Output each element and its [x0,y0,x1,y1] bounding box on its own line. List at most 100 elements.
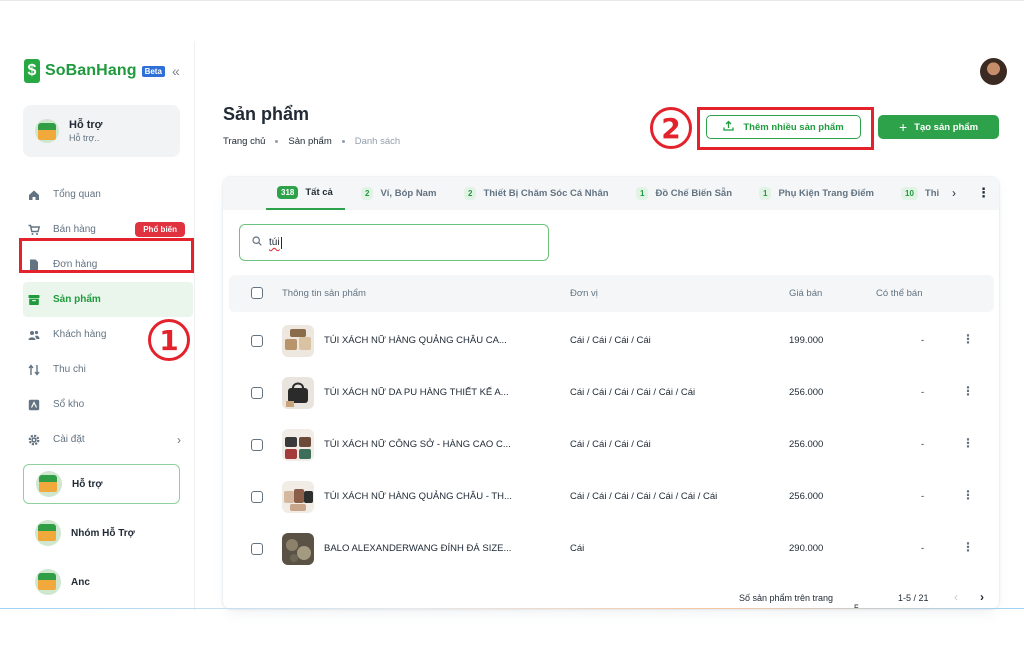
more-vertical-icon[interactable]: ⋮ [977,185,990,201]
nav-item-settings[interactable]: Cài đặt › [23,422,193,457]
row-menu-icon[interactable]: ⋮ [962,540,974,554]
tab-label: Đồ Chế Biến Sẵn [655,188,732,199]
page-range: 1-5 / 21 [898,593,929,603]
product-unit: Cái / Cái / Cái / Cái [570,439,651,450]
tab-count: 318 [277,186,299,199]
main-nav: Tổng quan Bán hàng Phổ biến Đơn hàng Sản… [23,177,193,457]
row-checkbox[interactable] [251,543,263,555]
table-row[interactable]: TÚI XÁCH NỮ CÔNG SỞ - HÀNG CAO C... Cái … [229,419,994,471]
breadcrumb: Trang chủ Sản phẩm Danh sách [223,136,400,147]
dollar-icon: $ [24,59,40,83]
table-header: Thông tin sản phẩm Đơn vị Giá bán Có thể… [229,275,994,312]
product-thumbnail [282,325,314,357]
table-row[interactable]: TÚI XÁCH NỮ DA PU HÀNG THIẾT KẾ A... Cái… [229,367,994,419]
user-avatar[interactable] [980,58,1007,85]
search-icon [252,236,262,249]
beta-badge: Beta [141,65,165,77]
page-title: Sản phẩm [223,104,310,124]
box-icon [28,294,40,306]
store-avatar [35,569,61,595]
tab-label: Ví, Bóp Nam [380,188,437,199]
table-row[interactable]: BALO ALEXANDERWANG ĐÍNH ĐÁ SIZE... Cái 2… [229,523,994,575]
row-menu-icon[interactable]: ⋮ [962,332,974,346]
row-menu-icon[interactable]: ⋮ [962,436,974,450]
team-label: Hỗ trợ [72,478,103,490]
row-checkbox[interactable] [251,439,263,451]
bulk-add-label: Thêm nhiều sản phẩm [743,121,844,133]
product-available: - [921,491,925,502]
annotation-step-1: 1 [148,319,190,361]
home-icon [28,189,40,201]
create-product-button[interactable]: + Tạo sản phẩm [878,115,999,139]
breadcrumb-current: Danh sách [354,136,401,147]
product-name[interactable]: TÚI XÁCH NỮ HÀNG QUẢNG CHÂU - TH... [324,491,512,502]
nav-label: Thu chi [53,364,86,375]
product-available: - [921,387,925,398]
tab-count: 1 [636,187,649,200]
store-avatar [36,471,62,497]
row-checkbox[interactable] [251,335,263,347]
chevron-right-icon[interactable]: › [952,186,956,200]
account-card[interactable]: Hỗ trợ Hỗ trợ.. [23,105,180,157]
tab-count: 2 [361,187,374,200]
breadcrumb-home[interactable]: Trang chủ [223,136,265,147]
bulk-add-products-button[interactable]: Thêm nhiều sản phẩm [706,115,861,139]
users-icon [28,329,40,341]
product-price: 199.000 [789,335,824,346]
team-item[interactable]: Anc [23,562,180,602]
tab-count: 1 [759,187,772,200]
tab-label: Phụ Kiện Trang Điểm [778,188,874,199]
search-value: túi [269,237,280,248]
upload-icon [723,120,734,134]
nav-label: Tổng quan [53,189,101,200]
text-caret [280,236,282,249]
product-name[interactable]: TÚI XÁCH NỮ CÔNG SỞ - HÀNG CAO C... [324,439,511,450]
table-row[interactable]: TÚI XÁCH NỮ HÀNG QUẢNG CHÂU CA... Cái / … [229,315,994,367]
row-checkbox[interactable] [251,491,263,503]
product-unit: Cái [570,543,585,554]
product-name[interactable]: TÚI XÁCH NỮ HÀNG QUẢNG CHÂU CA... [324,335,507,346]
account-name: Hỗ trợ [69,119,103,131]
table-row[interactable]: TÚI XÁCH NỮ HÀNG QUẢNG CHÂU - TH... Cái … [229,471,994,523]
table-pagination: Số sản phẩm trên trang 5 ⌄ 1-5 / 21 ‹ › [223,583,999,609]
tab-makeup-accessories[interactable]: 1 Phụ Kiện Trang Điểm [759,177,874,210]
app-window: $ SoBanHang Beta « Hỗ trợ Hỗ trợ.. Tổng … [0,0,1024,646]
store-avatar [35,520,61,546]
row-menu-icon[interactable]: ⋮ [962,488,974,502]
tab-all[interactable]: 318 Tất cả [266,177,345,210]
nav-label: Bán hàng [53,224,96,235]
row-menu-icon[interactable]: ⋮ [962,384,974,398]
tab-label: Tất cả [305,187,333,198]
chevron-right-icon: › [177,432,181,447]
tab-personal-care[interactable]: 2 Thiết Bị Chăm Sóc Cá Nhân [464,177,609,210]
product-name[interactable]: TÚI XÁCH NỮ DA PU HÀNG THIẾT KẾ A... [324,387,509,398]
cart-icon [28,224,40,236]
brand-logo[interactable]: $ SoBanHang Beta [24,59,165,83]
prev-page-icon[interactable]: ‹ [954,590,958,604]
search-input[interactable]: túi [239,224,549,261]
breadcrumb-separator [275,140,279,143]
team-item[interactable]: Hỗ trợ [23,464,180,504]
select-all-checkbox[interactable] [251,287,263,299]
nav-item-warehouse[interactable]: Sổ kho [23,387,193,422]
nav-label: Khách hàng [53,329,107,340]
nav-item-overview[interactable]: Tổng quan [23,177,193,212]
category-tabs: 318 Tất cả 2 Ví, Bóp Nam 2 Thiết Bị Chăm… [223,177,999,210]
nav-item-products[interactable]: Sản phẩm [23,282,193,317]
gear-icon [28,434,40,446]
brand-name: SoBanHang [45,62,137,79]
product-price: 256.000 [789,387,824,398]
product-unit: Cái / Cái / Cái / Cái / Cái / Cái [570,387,696,398]
breadcrumb-products[interactable]: Sản phẩm [288,136,331,147]
tab-count: 10 [901,187,918,200]
plus-icon: + [898,119,908,135]
tab-wallets-men[interactable]: 2 Ví, Bóp Nam [361,177,436,210]
collapse-sidebar-icon[interactable]: « [172,63,180,79]
tab-truncated[interactable]: 10 Thi [901,177,943,210]
next-page-icon[interactable]: › [980,590,984,604]
row-checkbox[interactable] [251,387,263,399]
product-name[interactable]: BALO ALEXANDERWANG ĐÍNH ĐÁ SIZE... [324,543,511,554]
team-item[interactable]: Nhóm Hỗ Trợ [23,513,180,553]
tab-processed-food[interactable]: 1 Đồ Chế Biến Sẵn [636,177,732,210]
nav-label: Sản phẩm [53,294,101,305]
